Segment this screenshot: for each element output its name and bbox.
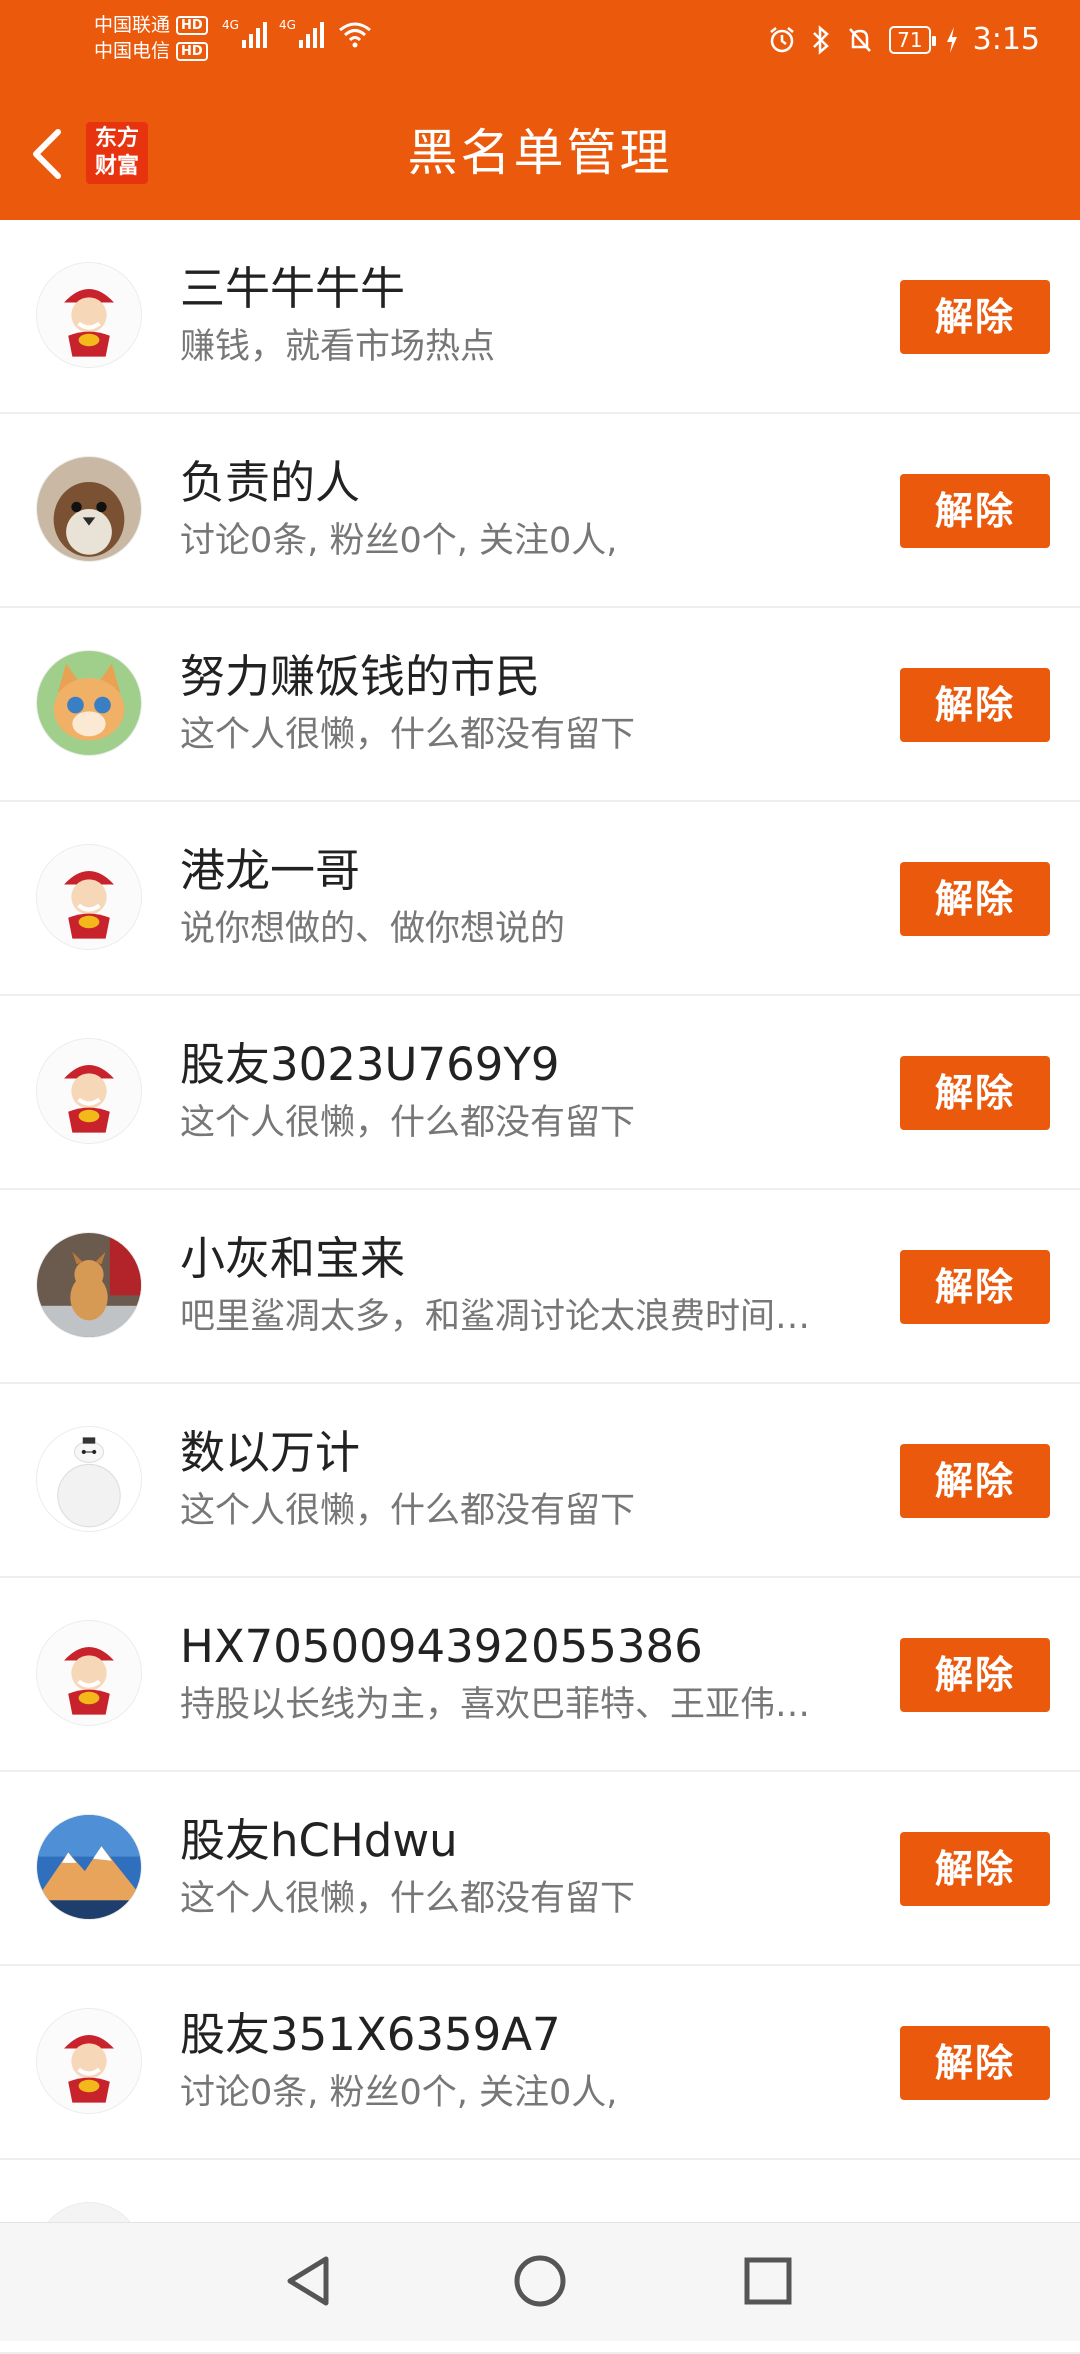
- unblock-button[interactable]: 解除: [900, 280, 1050, 354]
- unblock-button[interactable]: 解除: [900, 668, 1050, 742]
- user-bio: 这个人很懒，什么都没有留下: [180, 1103, 636, 1143]
- avatar[interactable]: [36, 456, 142, 562]
- fortune-god-avatar-icon: [37, 2009, 141, 2113]
- clock: 3:15: [972, 22, 1040, 57]
- user-name: 股友351X6359A7: [180, 2008, 561, 2061]
- sparrow-avatar-icon: [37, 457, 141, 561]
- user-name: 港龙一哥: [180, 844, 361, 897]
- status-bar: 中国联通 HD 中国电信 HD 4G 4G 71 3:15: [0, 0, 1080, 88]
- user-bio: 讨论0条, 粉丝0个, 关注0人,: [180, 2073, 618, 2113]
- list-item[interactable]: 数以万计 这个人很懒，什么都没有留下 解除: [0, 1384, 1080, 1578]
- list-item[interactable]: 股友3023U769Y9 这个人很懒，什么都没有留下 解除: [0, 996, 1080, 1190]
- puppy-avatar-icon: [37, 1233, 141, 1337]
- unblock-button[interactable]: 解除: [900, 2026, 1050, 2100]
- unblock-button[interactable]: 解除: [900, 1250, 1050, 1324]
- unblock-button[interactable]: 解除: [900, 1444, 1050, 1518]
- user-bio: 说你想做的、做你想说的: [180, 909, 566, 949]
- baymax-avatar-icon: [37, 1427, 141, 1531]
- blacklist: 三牛牛牛牛 赚钱，就看市场热点 解除 负责的人 讨论0条, 粉丝0个, 关注0人…: [0, 220, 1080, 2354]
- bluetooth-icon: [813, 24, 830, 55]
- avatar[interactable]: [36, 650, 142, 756]
- status-right: 71 3:15: [767, 22, 1040, 57]
- fortune-god-avatar-icon: [37, 845, 141, 949]
- carrier-1: 中国联通: [94, 14, 171, 36]
- user-name: 三牛牛牛牛: [180, 262, 406, 315]
- signal-indicators: 4G 4G: [222, 18, 372, 48]
- user-bio: 这个人很懒，什么都没有留下: [180, 715, 636, 755]
- list-item[interactable]: 股友351X6359A7 讨论0条, 粉丝0个, 关注0人, 解除: [0, 1966, 1080, 2160]
- list-item[interactable]: 小灰和宝来 吧里鲨凋太多，和鲨凋讨论太浪费时间… 解除: [0, 1190, 1080, 1384]
- unblock-button[interactable]: 解除: [900, 474, 1050, 548]
- fortune-god-avatar-icon: [37, 1039, 141, 1143]
- carrier-2: 中国电信: [94, 40, 171, 62]
- list-item[interactable]: HX7050094392055386 持股以长线为主，喜欢巴菲特、王亚伟… 解除: [0, 1578, 1080, 1772]
- system-nav-bar: [0, 2222, 1080, 2341]
- user-name: HX7050094392055386: [180, 1620, 703, 1673]
- user-name: 小灰和宝来: [180, 1232, 406, 1285]
- user-bio: 赚钱，就看市场热点: [180, 327, 496, 367]
- battery-icon: 71: [889, 25, 937, 54]
- hd-badge: HD: [176, 15, 208, 35]
- list-item[interactable]: 努力赚饭钱的市民 这个人很懒，什么都没有留下 解除: [0, 608, 1080, 802]
- unblock-button[interactable]: 解除: [900, 1832, 1050, 1906]
- alarm-icon: [770, 26, 794, 52]
- mountain-avatar-icon: [37, 1815, 141, 1919]
- app-header: 东方财富 黑名单管理: [0, 88, 1080, 220]
- cartoon-cat-avatar-icon: [37, 651, 141, 755]
- hd-badge: HD: [176, 41, 208, 61]
- unblock-button[interactable]: 解除: [900, 1056, 1050, 1130]
- avatar[interactable]: [36, 1038, 142, 1144]
- avatar[interactable]: [36, 262, 142, 368]
- home-circle-icon[interactable]: [505, 2249, 575, 2313]
- page-title: 黑名单管理: [407, 124, 673, 182]
- avatar[interactable]: [36, 2008, 142, 2114]
- list-item[interactable]: 股友hCHdwu 这个人很懒，什么都没有留下 解除: [0, 1772, 1080, 1966]
- avatar[interactable]: [36, 1620, 142, 1726]
- unblock-button[interactable]: 解除: [900, 862, 1050, 936]
- carrier-info: 中国联通 HD 中国电信 HD: [94, 12, 208, 64]
- avatar[interactable]: [36, 844, 142, 950]
- list-item[interactable]: 三牛牛牛牛 赚钱，就看市场热点 解除: [0, 220, 1080, 414]
- fortune-god-avatar-icon: [37, 263, 141, 367]
- user-name: 股友hCHdwu: [180, 1814, 458, 1867]
- wifi-icon: [339, 22, 371, 48]
- user-bio: 吧里鲨凋太多，和鲨凋讨论太浪费时间…: [180, 1297, 811, 1337]
- signal-icon: 4G: [222, 18, 267, 48]
- list-item[interactable]: 负责的人 讨论0条, 粉丝0个, 关注0人, 解除: [0, 414, 1080, 608]
- user-bio: 持股以长线为主，喜欢巴菲特、王亚伟…: [180, 1685, 811, 1725]
- signal-icon: 4G: [279, 18, 324, 48]
- avatar[interactable]: [36, 1426, 142, 1532]
- user-name: 努力赚饭钱的市民: [180, 650, 541, 703]
- unblock-button[interactable]: 解除: [900, 1638, 1050, 1712]
- avatar[interactable]: [36, 1232, 142, 1338]
- fortune-god-avatar-icon: [37, 1621, 141, 1725]
- recents-square-icon[interactable]: [733, 2249, 803, 2313]
- back-triangle-icon[interactable]: [274, 2249, 344, 2313]
- list-item[interactable]: 港龙一哥 说你想做的、做你想说的 解除: [0, 802, 1080, 996]
- charging-icon: [946, 26, 957, 53]
- user-name: 股友3023U769Y9: [180, 1038, 560, 1091]
- avatar[interactable]: [36, 1814, 142, 1920]
- user-bio: 讨论0条, 粉丝0个, 关注0人,: [180, 521, 618, 561]
- mute-bell-icon: [849, 27, 872, 52]
- user-bio: 这个人很懒，什么都没有留下: [180, 1491, 636, 1531]
- user-name: 数以万计: [180, 1426, 361, 1479]
- user-bio: 这个人很懒，什么都没有留下: [180, 1879, 636, 1919]
- user-name: 负责的人: [180, 456, 361, 509]
